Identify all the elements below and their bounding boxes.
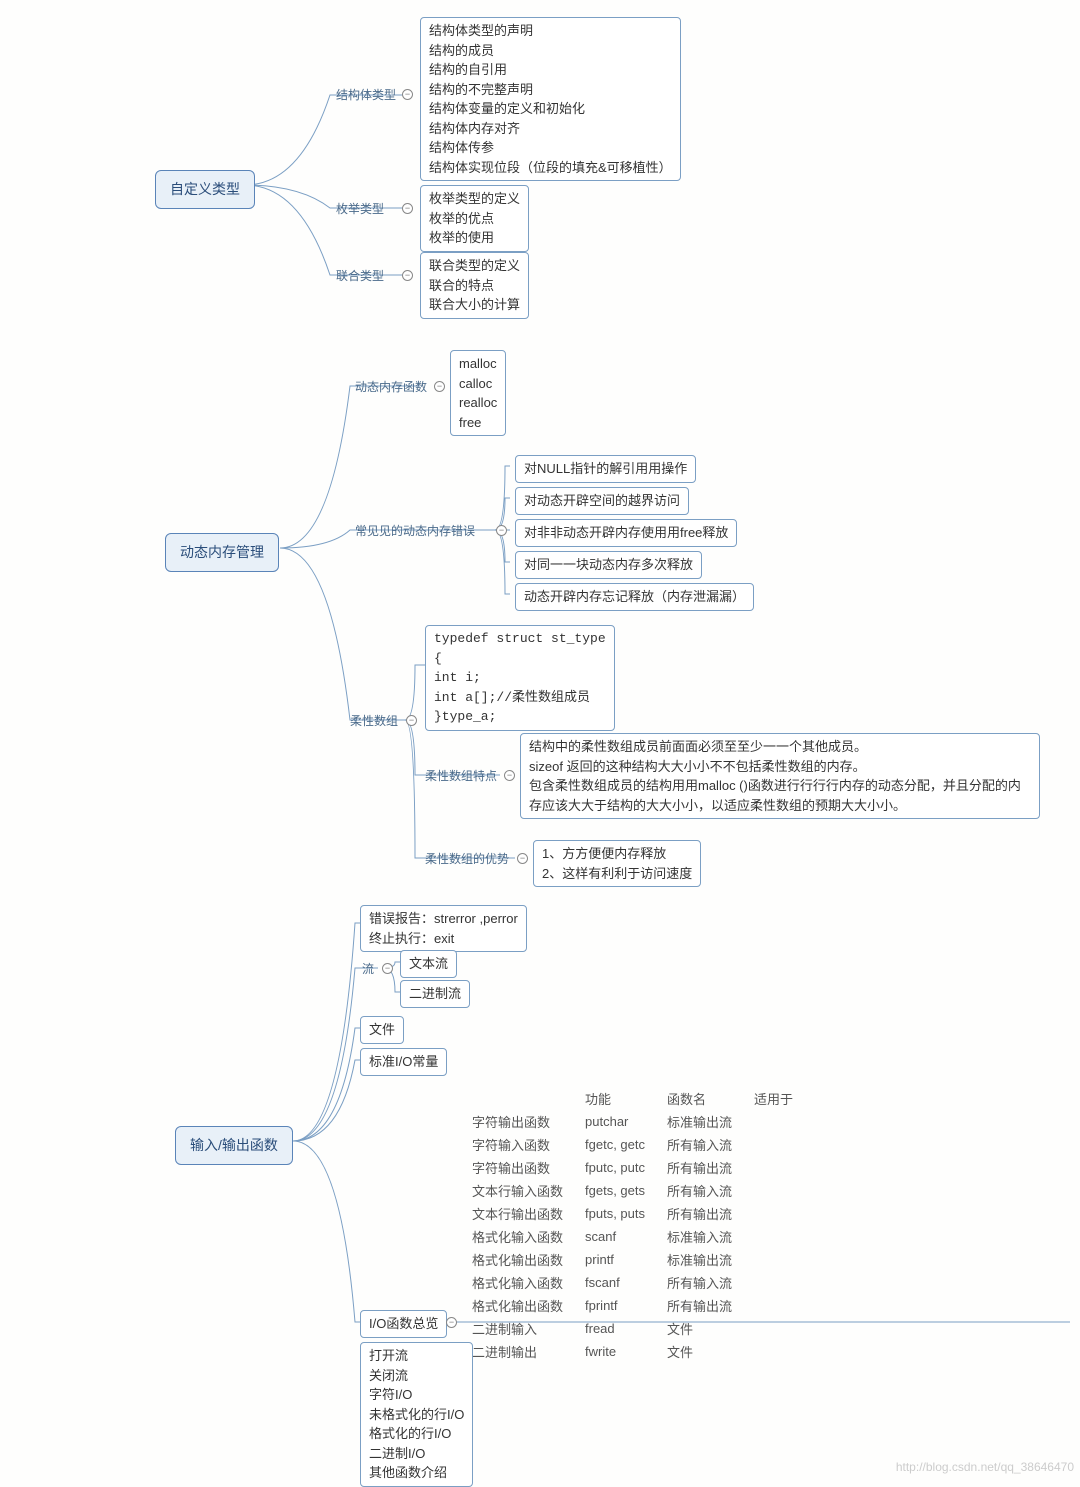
- box-enum-details: 枚举类型的定义 枚举的优点 枚举的使用: [420, 185, 529, 252]
- toggle-icon[interactable]: −: [382, 963, 393, 974]
- box-struct-details: 结构体类型的声明 结构的成员 结构的自引用 结构的不完整声明 结构体变量的定义和…: [420, 17, 681, 181]
- label-flex-advantages: 柔性数组的优势: [425, 850, 509, 867]
- box-io-overview: I/O函数总览: [360, 1310, 447, 1338]
- box-dyn-functions: malloc calloc realloc free: [450, 350, 506, 436]
- toggle-icon[interactable]: −: [402, 203, 413, 214]
- table-row: 格式化输出函数printf标准输出流: [462, 1249, 803, 1270]
- box-binary-stream: 二进制流: [400, 980, 470, 1008]
- label-dyn-functions: 动态内存函数: [355, 378, 427, 395]
- box-flex-code: typedef struct st_type { int i; int a[];…: [425, 625, 615, 731]
- table-row: 字符输入函数fgetc, getc所有输入流: [462, 1134, 803, 1155]
- toggle-icon[interactable]: −: [504, 770, 515, 781]
- box-io-list: 打开流 关闭流 字符I/O 未格式化的行I/O 格式化的行I/O 二进制I/O …: [360, 1342, 473, 1487]
- box-err-null: 对NULL指针的解引用用操作: [515, 455, 696, 483]
- box-text-stream: 文本流: [400, 950, 457, 978]
- table-row: 格式化输入函数scanf标准输入流: [462, 1226, 803, 1247]
- toggle-icon[interactable]: −: [446, 1317, 457, 1328]
- table-row: 字符输出函数putchar标准输出流: [462, 1111, 803, 1132]
- table-row: 功能函数名适用于: [462, 1088, 803, 1109]
- root-custom-types[interactable]: 自定义类型: [155, 170, 255, 209]
- box-error-report: 错误报告：strerror ,perror 终止执行：exit: [360, 905, 527, 952]
- table-row: 二进制输入fread文件: [462, 1318, 803, 1339]
- label-flex-features: 柔性数组特点: [425, 767, 497, 784]
- watermark: http://blog.csdn.net/qq_38646470: [896, 1460, 1074, 1474]
- box-union-details: 联合类型的定义 联合的特点 联合大小的计算: [420, 252, 529, 319]
- toggle-icon[interactable]: −: [517, 853, 528, 864]
- toggle-icon[interactable]: −: [402, 89, 413, 100]
- table-row: 文本行输入函数fgets, gets所有输入流: [462, 1180, 803, 1201]
- table-row: 格式化输入函数fscanf所有输入流: [462, 1272, 803, 1293]
- toggle-icon[interactable]: −: [402, 270, 413, 281]
- box-io-const: 标准I/O常量: [360, 1048, 447, 1076]
- table-row: 字符输出函数fputc, putc所有输出流: [462, 1157, 803, 1178]
- box-err-doublefree: 对同一一块动态内存多次释放: [515, 551, 702, 579]
- label-stream: 流: [362, 960, 374, 977]
- label-flex-array: 柔性数组: [350, 712, 398, 729]
- box-err-leak: 动态开辟内存忘记释放（内存泄漏漏）: [515, 583, 754, 611]
- box-flex-features: 结构中的柔性数组成员前面面必须至至少一一个其他成员。 sizeof 返回的这种结…: [520, 733, 1040, 819]
- table-row: 文本行输出函数fputs, puts所有输出流: [462, 1203, 803, 1224]
- io-function-table: 功能函数名适用于 字符输出函数putchar标准输出流 字符输入函数fgetc,…: [460, 1086, 805, 1364]
- toggle-icon[interactable]: −: [406, 715, 417, 726]
- root-dynamic-memory[interactable]: 动态内存管理: [165, 533, 279, 572]
- box-err-free-nondyn: 对非非动态开辟内存使用用free释放: [515, 519, 737, 547]
- label-struct-type: 结构体类型: [336, 86, 396, 103]
- toggle-icon[interactable]: −: [496, 525, 507, 536]
- box-flex-advantages: 1、方方便便内存释放 2、这样有利利于访问速度: [533, 840, 701, 887]
- label-enum-type: 枚举类型: [336, 200, 384, 217]
- box-file: 文件: [360, 1016, 404, 1044]
- toggle-icon[interactable]: −: [434, 381, 445, 392]
- table-row: 二进制输出fwrite文件: [462, 1341, 803, 1362]
- label-union-type: 联合类型: [336, 267, 384, 284]
- label-common-errors: 常见见的动态内存错误: [355, 522, 475, 539]
- root-io-functions[interactable]: 输入/输出函数: [175, 1126, 293, 1165]
- table-row: 格式化输出函数fprintf所有输出流: [462, 1295, 803, 1316]
- box-err-overflow: 对动态开辟空间的越界访问: [515, 487, 689, 515]
